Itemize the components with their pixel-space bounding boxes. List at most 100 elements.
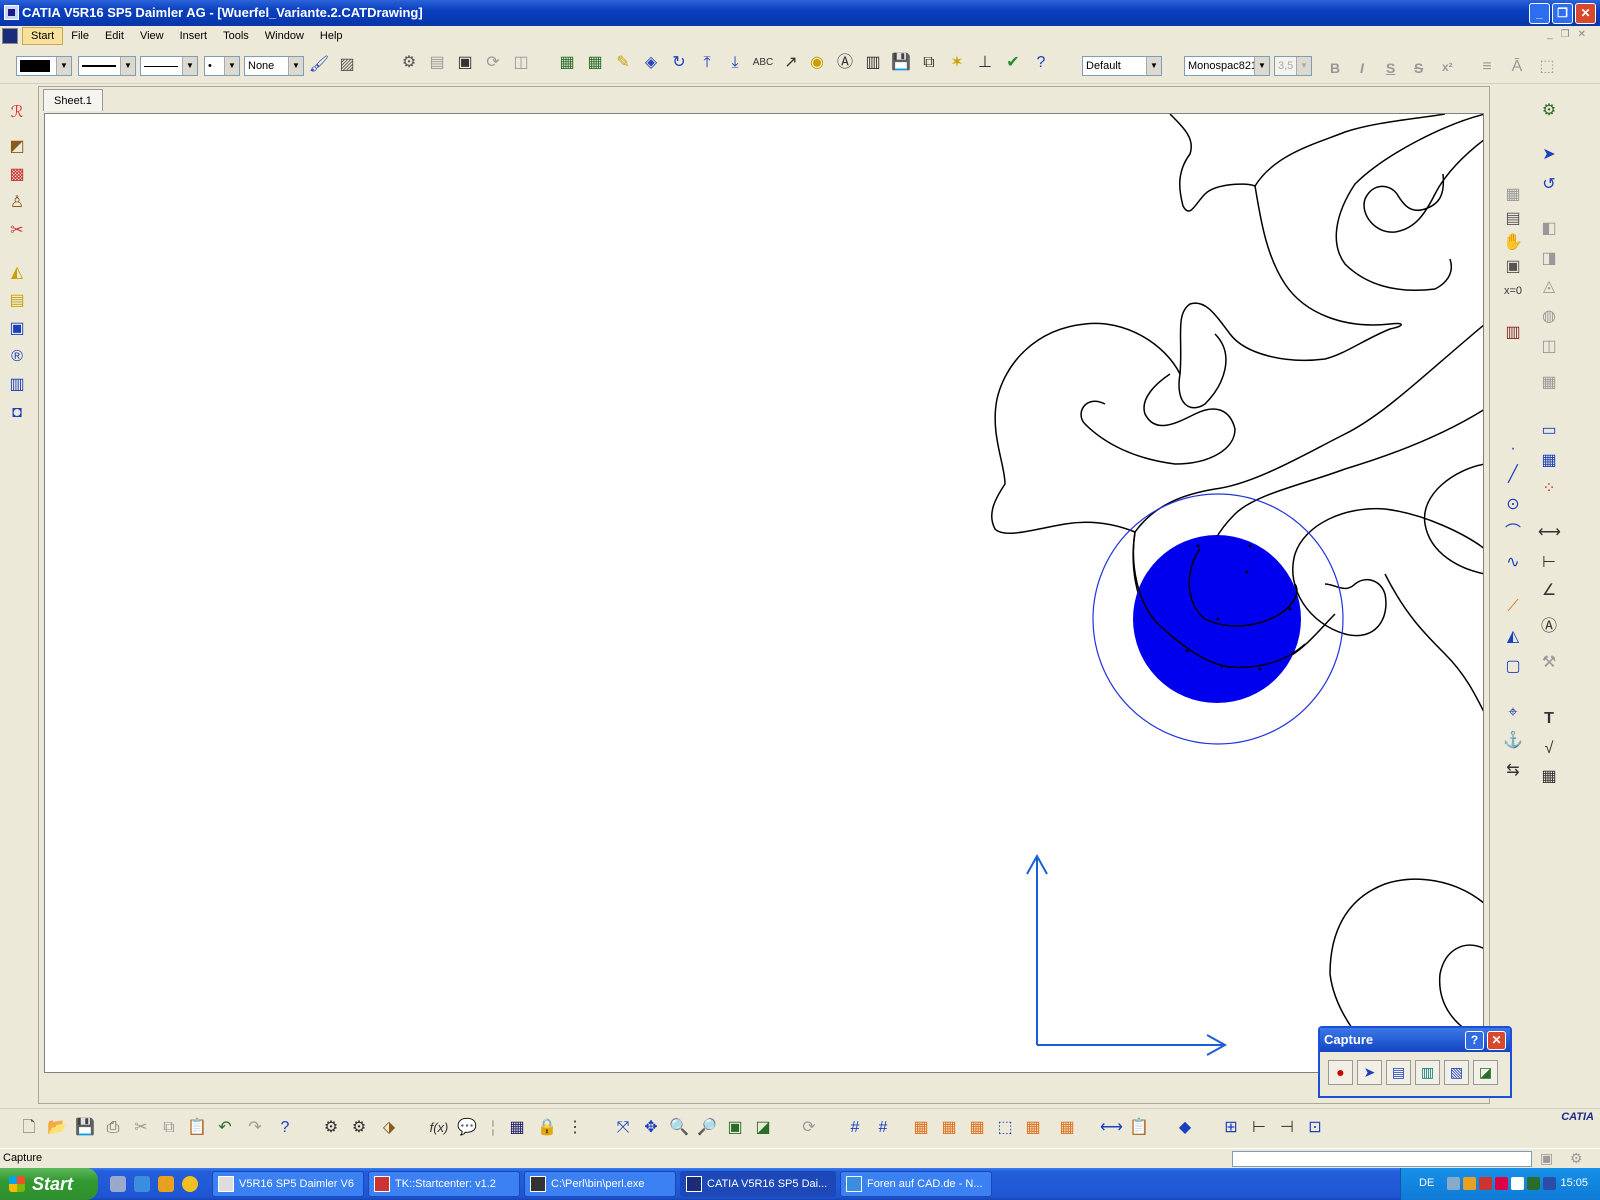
frame-type-icon[interactable]: ⬚: [1536, 56, 1558, 78]
macro-icon[interactable]: ⬗: [378, 1117, 400, 1139]
superscript-button[interactable]: x²: [1442, 60, 1453, 74]
eraser-icon[interactable]: ◆: [1174, 1117, 1196, 1139]
catalog-icon[interactable]: ▥: [1502, 322, 1524, 344]
chevron-down-icon[interactable]: ▼: [224, 57, 239, 75]
grid-snap-icon[interactable]: #: [844, 1117, 866, 1139]
power-input-field[interactable]: [1232, 1151, 1532, 1167]
document-window-controls[interactable]: _❐✕: [1547, 29, 1594, 40]
roughness-icon[interactable]: √: [1538, 738, 1560, 760]
browser-icon[interactable]: [134, 1176, 150, 1192]
hand-icon[interactable]: ✋: [1502, 232, 1524, 254]
chain-dimension-icon[interactable]: ⊢: [1538, 552, 1560, 574]
capture-panel[interactable]: Capture ? ✕ ● ➤ ▤ ▥ ▧ ◪: [1318, 1026, 1512, 1098]
cursor-coords-icon[interactable]: ▦: [938, 1117, 960, 1139]
stack-icon[interactable]: ▤: [1502, 208, 1524, 230]
open-folder-icon[interactable]: 📂: [46, 1117, 68, 1139]
rectangle-icon[interactable]: ▭: [1538, 420, 1560, 442]
weld-icon[interactable]: ⚒: [1538, 652, 1560, 674]
analysis-display-icon[interactable]: ▦: [910, 1117, 932, 1139]
arc-icon[interactable]: ⌒: [1502, 522, 1524, 544]
clock[interactable]: 15:05: [1560, 1177, 1588, 1189]
bom-icon[interactable]: ▥: [6, 374, 28, 396]
fit-all-icon[interactable]: ⤧: [612, 1117, 634, 1139]
trim-icon[interactable]: ⟋: [1502, 596, 1524, 618]
view-front-icon[interactable]: ◩: [6, 136, 28, 158]
minimize-icon[interactable]: _: [1529, 3, 1550, 24]
auxiliary-view-icon[interactable]: ◍: [1538, 306, 1560, 328]
outlook-icon[interactable]: [158, 1176, 174, 1192]
menu-window[interactable]: Window: [257, 28, 312, 44]
select-arrow-icon[interactable]: ➤: [1538, 144, 1560, 166]
swap-icon[interactable]: ⇆: [1502, 760, 1524, 782]
grid-icon[interactable]: ▦: [1502, 184, 1524, 206]
menu-edit[interactable]: Edit: [97, 28, 132, 44]
tray-app-icon[interactable]: [1463, 1177, 1476, 1190]
chevron-down-icon[interactable]: ▼: [1254, 57, 1269, 75]
line-thickness-select[interactable]: ▼: [78, 56, 136, 76]
graph-capture-icon[interactable]: ◪: [1473, 1060, 1498, 1085]
hatch-icon[interactable]: ▨: [336, 54, 358, 76]
strikethrough-button[interactable]: S: [1414, 60, 1423, 76]
print-icon[interactable]: ⎙: [102, 1117, 124, 1139]
sketch-icon[interactable]: ℛ: [6, 102, 28, 124]
rotate-icon[interactable]: ↻: [668, 52, 690, 74]
chevron-down-icon[interactable]: ▼: [120, 57, 135, 75]
zoom-out-icon[interactable]: 🔎: [696, 1117, 718, 1139]
new-sheet-icon[interactable]: ◭: [6, 262, 28, 284]
dimension-system-icon[interactable]: ▦: [966, 1117, 988, 1139]
whats-this-icon[interactable]: ?: [274, 1117, 296, 1139]
normal-view-icon[interactable]: ◪: [752, 1117, 774, 1139]
align-grid-icon[interactable]: ⊡: [1304, 1117, 1326, 1139]
sheet-icon[interactable]: ▤: [426, 52, 448, 74]
leader-icon[interactable]: ↗: [780, 52, 802, 74]
workbench-icon[interactable]: ⚙: [1538, 100, 1560, 122]
capture-options-icon[interactable]: ▤: [1386, 1060, 1411, 1085]
chevron-down-icon[interactable]: ▼: [1296, 57, 1311, 75]
analysis-icon[interactable]: ▦: [1022, 1117, 1044, 1139]
text-abc-icon[interactable]: ABC: [752, 52, 774, 74]
comment-icon[interactable]: 💬: [456, 1117, 478, 1139]
fix-icon[interactable]: ⚓: [1502, 730, 1524, 752]
font-size-select[interactable]: 3,5 ▼: [1274, 56, 1312, 76]
zoom-in-icon[interactable]: 🔍: [668, 1117, 690, 1139]
arrow-up-icon[interactable]: ⤒: [696, 52, 718, 74]
chevron-down-icon[interactable]: ▼: [56, 57, 71, 75]
menu-insert[interactable]: Insert: [172, 28, 216, 44]
rotate-view-icon[interactable]: ↺: [1538, 174, 1560, 196]
cut-icon[interactable]: ✂: [130, 1117, 152, 1139]
task-foren-cad[interactable]: Foren auf CAD.de - N...: [840, 1171, 992, 1197]
circle-icon[interactable]: ⊙: [1502, 494, 1524, 516]
formula-fx-icon[interactable]: f(x): [428, 1117, 450, 1139]
save-icon[interactable]: 💾: [74, 1117, 96, 1139]
text-icon[interactable]: T: [1538, 708, 1560, 730]
table-grid-icon[interactable]: ▦: [1538, 766, 1560, 788]
text-frame-icon[interactable]: Ⓐ: [1538, 616, 1560, 638]
projection-icon[interactable]: ◨: [1538, 248, 1560, 270]
help-icon[interactable]: ?: [1465, 1031, 1484, 1050]
task-catia-active[interactable]: CATIA V5R16 SP5 Dai...: [680, 1171, 836, 1197]
balloon-icon[interactable]: ◈: [640, 52, 662, 74]
dimension-icon[interactable]: ⟷: [1538, 522, 1561, 544]
update-icon[interactable]: ⟳: [482, 52, 504, 74]
language-indicator[interactable]: DE: [1419, 1177, 1434, 1189]
table-icon[interactable]: ▥: [862, 52, 884, 74]
save-view-icon[interactable]: 💾: [890, 52, 912, 74]
chevron-down-icon[interactable]: ▼: [182, 57, 197, 75]
desktop-icon[interactable]: [110, 1176, 126, 1192]
translate-icon[interactable]: ▢: [1502, 656, 1524, 678]
menu-help[interactable]: Help: [312, 28, 351, 44]
select-mode-icon[interactable]: ➤: [1357, 1060, 1382, 1085]
spline-icon[interactable]: ∿: [1502, 552, 1524, 574]
text-frame-icon[interactable]: Ā: [1506, 56, 1528, 78]
grid-display-icon[interactable]: #: [872, 1117, 894, 1139]
tray-alert-icon[interactable]: [1479, 1177, 1492, 1190]
law-icon[interactable]: ⋮: [564, 1117, 586, 1139]
align-left-icon[interactable]: ⊢: [1248, 1117, 1270, 1139]
knowledge-icon[interactable]: ¦: [482, 1117, 504, 1139]
painter-icon[interactable]: 🖌: [308, 54, 330, 76]
dimension-tools-icon[interactable]: ⟷: [1100, 1117, 1123, 1139]
view-link-icon[interactable]: ⚙: [398, 52, 420, 74]
dimensions-generation-icon[interactable]: ▦: [584, 52, 606, 74]
lock-icon[interactable]: 🔒: [536, 1117, 558, 1139]
options-gear-icon[interactable]: ⚙: [348, 1117, 370, 1139]
